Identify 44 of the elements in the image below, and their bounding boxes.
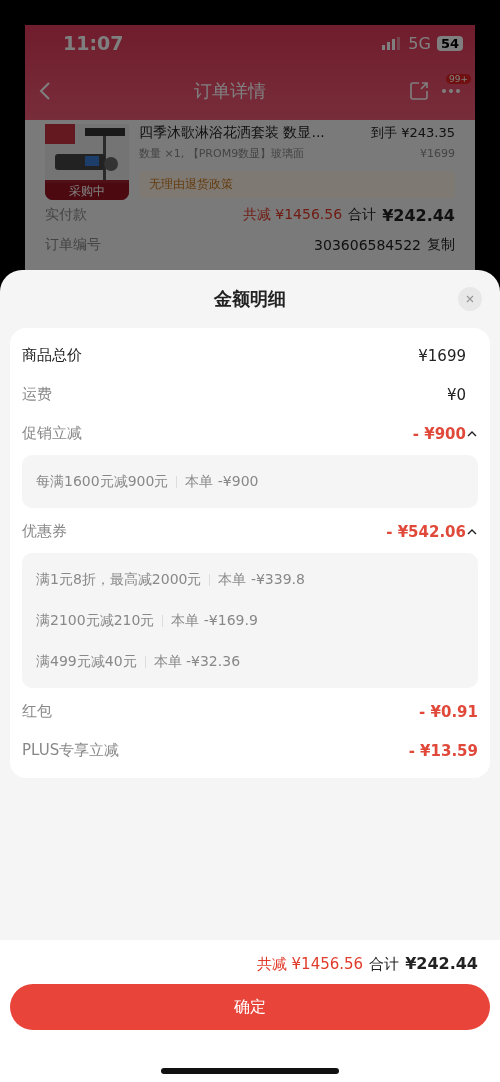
more-icon[interactable] <box>441 87 461 94</box>
order-deduction: 本单 -¥32.36 <box>153 652 241 671</box>
final-price: 到手 ¥243.35 <box>371 124 455 142</box>
amount-value: ¥1699 <box>418 346 467 365</box>
discount-total: 共减 ¥1456.56 <box>256 955 364 974</box>
amount-value: - ¥542.06 <box>386 522 466 541</box>
order-deduction: 本单 -¥339.8 <box>218 570 305 589</box>
total-label: 合计 <box>369 955 400 974</box>
row-label: 促销立减 <box>22 424 83 443</box>
page-title: 订单详情 <box>193 78 267 103</box>
battery-level: 54 <box>436 35 463 51</box>
total-amount: ¥242.44 <box>382 205 455 225</box>
discount-total: 共减 ¥1456.56 <box>242 206 343 224</box>
return-policy[interactable]: 无理由退货政策 <box>139 171 455 198</box>
share-icon[interactable] <box>409 80 429 101</box>
order-number: 303606584522 <box>314 237 421 253</box>
close-icon <box>466 295 474 303</box>
row-label: 运费 <box>22 385 53 404</box>
discount-rule: 满499元减40元 <box>36 652 137 671</box>
discount-rule: 满1元8折，最高减2000元 <box>36 570 202 589</box>
status-badge: 采购中 <box>45 183 129 200</box>
status-time: 11:07 <box>63 32 125 54</box>
order-deduction: 本单 -¥900 <box>185 472 259 491</box>
order-deduction: 本单 -¥169.9 <box>171 611 258 630</box>
amount-value: ¥0 <box>446 385 467 404</box>
network-label: 5G <box>408 33 431 53</box>
confirm-button[interactable]: 确定 <box>10 984 490 1030</box>
sheet-title: 金额明细 <box>214 287 286 311</box>
total-label: 合计 <box>348 206 377 224</box>
product-name: 四季沐歌淋浴花洒套装 数显... <box>139 124 325 142</box>
close-button[interactable] <box>458 287 482 311</box>
amount-value: - ¥13.59 <box>408 741 478 760</box>
row-label: 商品总价 <box>22 346 83 365</box>
row-label: 红包 <box>22 702 53 721</box>
amount-value: - ¥0.91 <box>419 702 478 721</box>
notification-badge: 99+ <box>446 73 471 84</box>
discount-rule: 满2100元减210元 <box>36 611 155 630</box>
discount-rule: 每满1600元减900元 <box>36 472 169 491</box>
row-label: PLUS专享立减 <box>22 741 121 760</box>
row-label: 优惠券 <box>22 522 68 541</box>
total-amount: ¥242.44 <box>405 954 478 973</box>
copy-link[interactable]: 复制 <box>427 236 455 254</box>
back-icon[interactable] <box>39 80 51 101</box>
amount-value: - ¥900 <box>412 424 466 443</box>
